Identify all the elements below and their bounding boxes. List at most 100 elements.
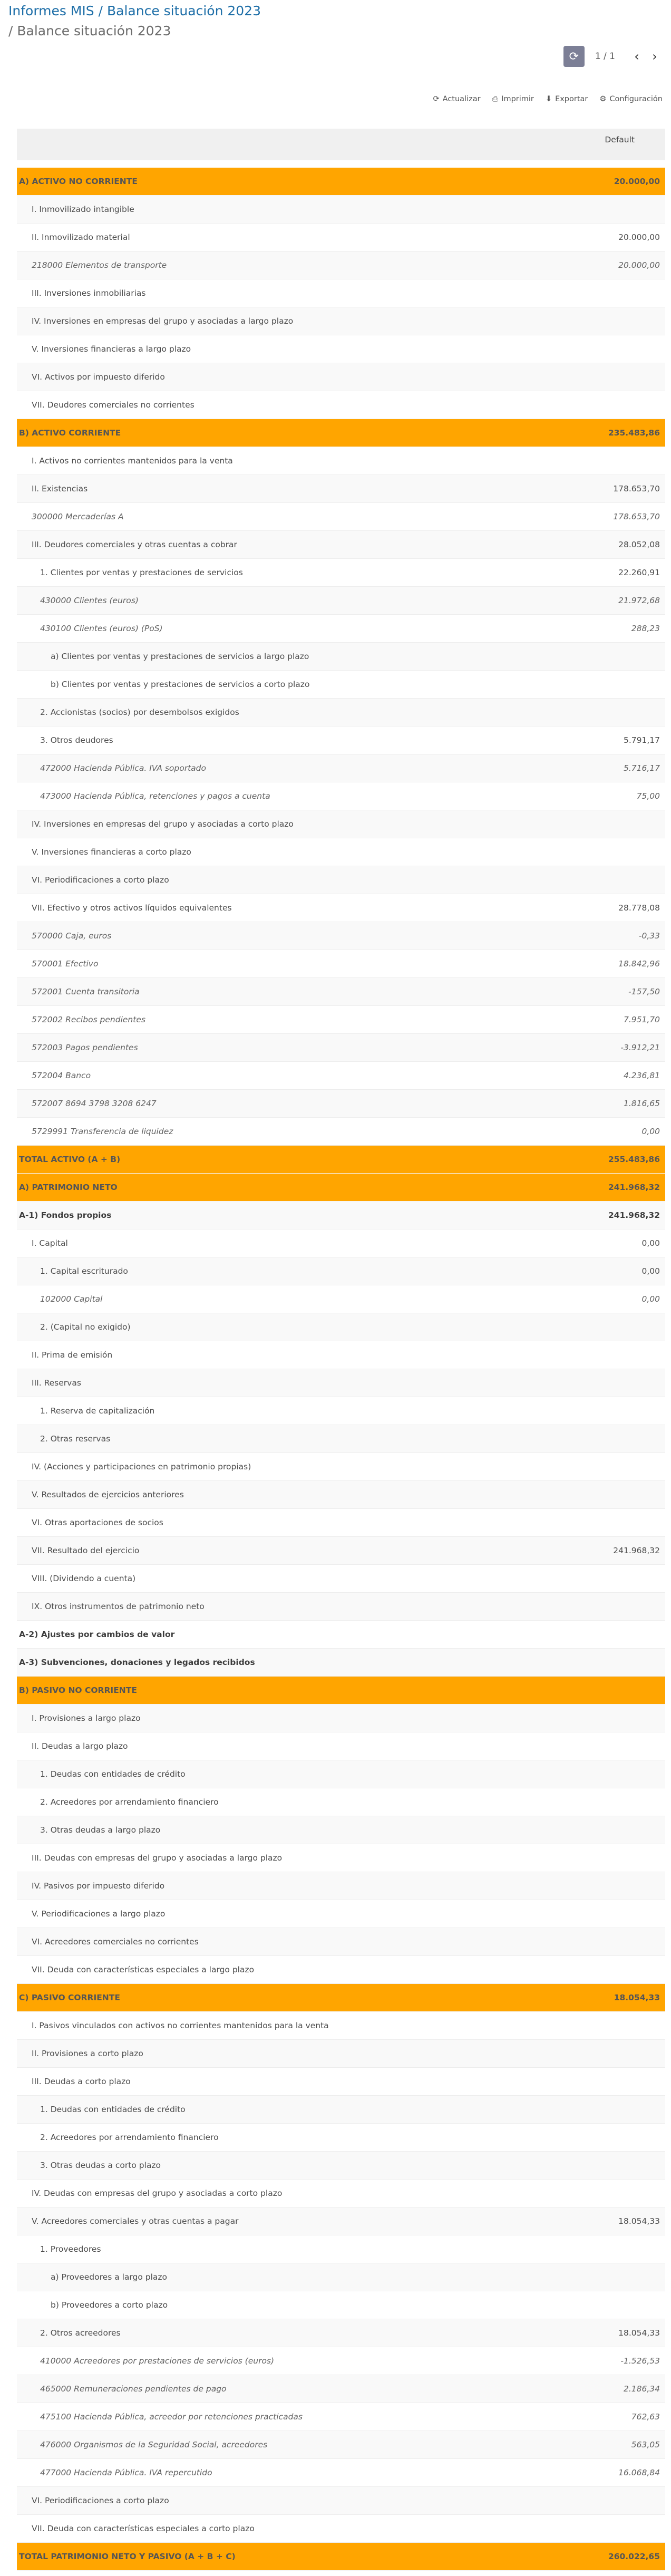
row-label: A-3) Subvenciones, donaciones y legados … [19,1658,255,1667]
row-label: VII. Resultado del ejercicio [32,1546,140,1555]
table-row: V. Periodificaciones a largo plazo [17,1900,665,1928]
row-label: TOTAL ACTIVO (A + B) [19,1155,121,1164]
row-value: 241.968,32 [608,1183,660,1192]
row-value: 241.968,32 [613,1546,660,1555]
table-row: I. Inmovilizado intangible [17,196,665,224]
account-row[interactable]: 410000 Acreedores por prestaciones de se… [17,2347,665,2375]
table-row: V. Resultados de ejercicios anteriores [17,1481,665,1509]
table-row: V. Acreedores comerciales y otras cuenta… [17,2207,665,2235]
account-row[interactable]: 473000 Hacienda Pública, retenciones y p… [17,782,665,810]
row-label: VIII. (Dividendo a cuenta) [32,1574,136,1583]
row-label: III. Reservas [32,1378,81,1388]
pager: ⟳ 1 / 1 ‹ › [563,45,664,67]
table-row: IV. Inversiones en empresas del grupo y … [17,810,665,838]
row-label: 2. Otras reservas [40,1434,111,1444]
row-label: 2. Acreedores por arrendamiento financie… [40,2133,219,2142]
print-button[interactable]: ⎙ Imprimir [492,95,534,103]
configuration-button[interactable]: ⚙ Configuración [599,95,663,103]
refresh-button[interactable]: ⟳ [563,46,585,67]
refresh-report-button[interactable]: ⟳ Actualizar [433,95,481,103]
table-row: 2. Accionistas (socios) por desembolsos … [17,699,665,727]
table-row: 2. Otras reservas [17,1425,665,1453]
row-label: 2. Otros acreedores [40,2328,121,2338]
account-row[interactable]: 5729991 Transferencia de liquidez 0,00 [17,1118,665,1146]
account-row[interactable]: 572007 8694 3798 3208 6247 1.816,65 [17,1090,665,1118]
section-header-row: A) PATRIMONIO NETO 241.968,32 [17,1174,665,1202]
row-label: B) ACTIVO CORRIENTE [19,428,121,438]
row-label: 3. Otras deudas a corto plazo [40,2161,161,2170]
row-label: A-2) Ajustes por cambios de valor [19,1630,175,1639]
section-header-row: TOTAL ACTIVO (A + B) 255.483,86 [17,1146,665,1174]
account-row[interactable]: 572003 Pagos pendientes -3.912,21 [17,1034,665,1062]
balance-report: Default A) ACTIVO NO CORRIENTE 20.000,00 I… [17,129,665,2571]
column-header-default: Default [605,135,635,144]
row-label: 218000 Elementos de transporte [32,260,167,270]
row-value: 28.052,08 [618,540,660,549]
row-label: VI. Activos por impuesto diferido [32,372,165,382]
account-row[interactable]: 572002 Recibos pendientes 7.951,70 [17,1006,665,1034]
table-row: I. Capital 0,00 [17,1229,665,1257]
account-row[interactable]: 476000 Organismos de la Seguridad Social… [17,2431,665,2459]
row-label: 1. Deudas con entidades de crédito [40,1769,186,1779]
row-label: 572001 Cuenta transitoria [32,987,140,996]
export-button[interactable]: ⬇ Exportar [546,95,588,103]
table-row: VI. Periodificaciones a corto plazo [17,2487,665,2515]
row-label: 570000 Caja, euros [32,931,112,941]
table-row: IV. Inversiones en empresas del grupo y … [17,307,665,335]
row-value: 255.483,86 [608,1155,660,1164]
row-label: 430100 Clientes (euros) (PoS) [40,624,163,633]
table-row: III. Deudas con empresas del grupo y aso… [17,1844,665,1872]
table-row: 3. Otros deudores 5.791,17 [17,727,665,754]
account-row[interactable]: 430100 Clientes (euros) (PoS) 288,23 [17,615,665,643]
row-label: II. Provisiones a corto plazo [32,2049,143,2058]
account-row[interactable]: 477000 Hacienda Pública. IVA repercutido… [17,2459,665,2487]
refresh-icon: ⟳ [433,95,440,103]
account-row[interactable]: 300000 Mercaderías A 178.653,70 [17,503,665,531]
row-label: VI. Periodificaciones a corto plazo [32,875,169,885]
account-row[interactable]: 218000 Elementos de transporte 20.000,00 [17,251,665,279]
table-row: VII. Resultado del ejercicio 241.968,32 [17,1537,665,1565]
table-row: IV. (Acciones y participaciones en patri… [17,1453,665,1481]
row-label: II. Inmovilizado material [32,233,130,242]
page-title: / Balance situación 2023 [8,23,171,38]
breadcrumb[interactable]: Informes MIS / Balance situación 2023 [8,3,261,18]
table-row: II. Inmovilizado material 20.000,00 [17,224,665,251]
account-row[interactable]: 430000 Clientes (euros) 21.972,68 [17,587,665,615]
row-value: 235.483,86 [608,428,660,438]
row-label: V. Inversiones financieras a largo plazo [32,344,191,354]
row-label: VII. Deuda con características especiale… [32,2524,255,2533]
row-value: 7.951,70 [623,1015,660,1024]
row-label: VII. Deuda con características especiale… [32,1965,255,1974]
row-label: 1. Reserva de capitalización [40,1406,155,1416]
row-label: A-1) Fondos propios [19,1210,112,1220]
table-row: I. Provisiones a largo plazo [17,1705,665,1732]
prev-page-button[interactable]: ‹ [628,49,646,64]
row-value: 18.054,33 [618,2216,660,2226]
row-value: 75,00 [636,791,660,801]
table-row: A-1) Fondos propios 241.968,32 [17,1202,665,1229]
refresh-icon: ⟳ [569,50,579,63]
header: Informes MIS / Balance situación 2023 / … [0,0,671,51]
row-value: 0,00 [641,1127,660,1136]
row-value: -157,50 [628,987,660,996]
row-label: I. Inmovilizado intangible [32,205,134,214]
row-value: 762,63 [631,2412,660,2422]
next-page-button[interactable]: › [646,49,664,64]
account-row[interactable]: 570000 Caja, euros -0,33 [17,922,665,950]
row-label: III. Deudas a corto plazo [32,2077,131,2086]
account-row[interactable]: 570001 Efectivo 18.842,96 [17,950,665,978]
account-row[interactable]: 472000 Hacienda Pública. IVA soportado 5.… [17,754,665,782]
print-icon: ⎙ [492,95,499,103]
row-label: III. Deudores comerciales y otras cuenta… [32,540,237,549]
account-row[interactable]: 572004 Banco 4.236,81 [17,1062,665,1090]
account-row[interactable]: 102000 Capital 0,00 [17,1285,665,1313]
account-row[interactable]: 572001 Cuenta transitoria -157,50 [17,978,665,1006]
row-label: IV. (Acciones y participaciones en patri… [32,1462,251,1471]
row-label: 473000 Hacienda Pública, retenciones y p… [40,791,270,801]
row-label: 410000 Acreedores por prestaciones de se… [40,2356,275,2366]
row-label: TOTAL PATRIMONIO NETO Y PASIVO (A + B + … [19,2552,236,2561]
row-label: VI. Acreedores comerciales no corrientes [32,1937,199,1946]
account-row[interactable]: 465000 Remuneraciones pendientes de pago… [17,2375,665,2403]
table-row: 3. Otras deudas a largo plazo [17,1816,665,1844]
account-row[interactable]: 475100 Hacienda Pública, acreedor por re… [17,2403,665,2431]
